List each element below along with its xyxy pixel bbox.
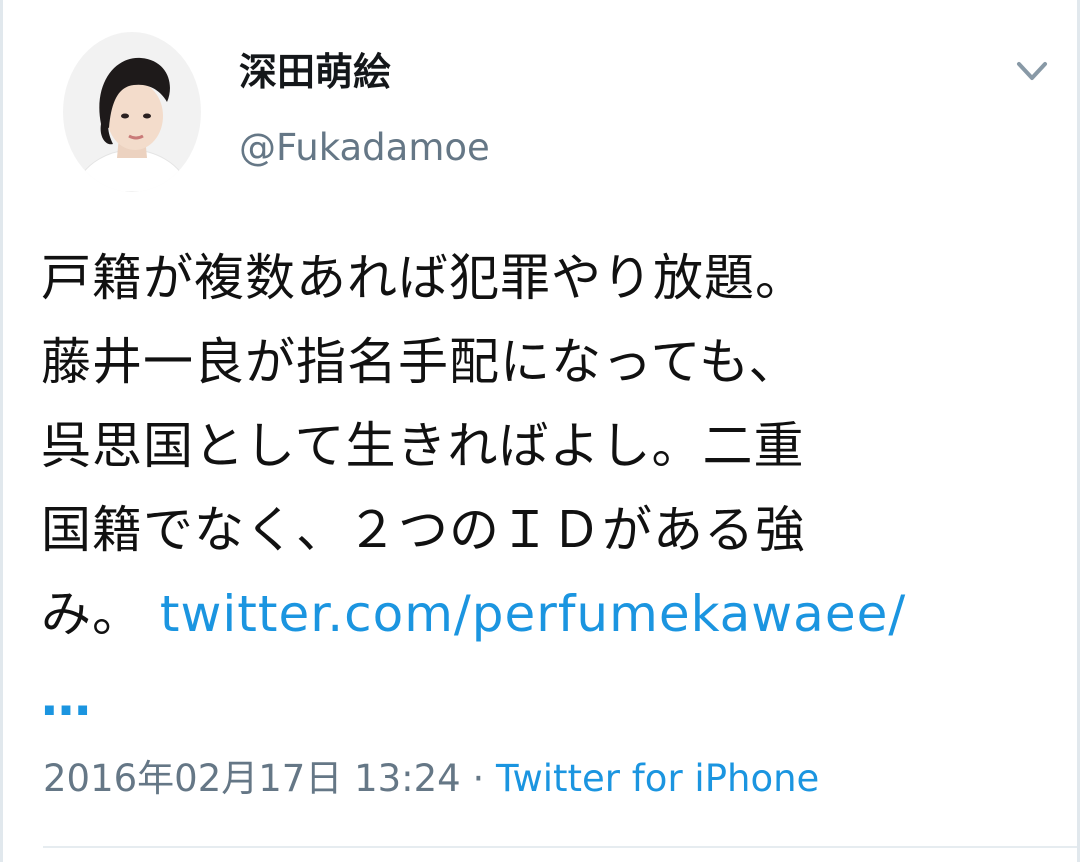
tweet-body: 戸籍が複数あれば犯罪やり放題。 藤井一良が指名手配になっても、 呉思国として生き… [41,236,1051,740]
profile-photo-icon [63,32,201,192]
tweet-timestamp[interactable]: 2016年02月17日 13:24 [43,757,461,800]
divider [43,846,1077,848]
avatar[interactable] [63,32,201,192]
tweet-meta: 2016年02月17日 13:24 · Twitter for iPhone [43,756,819,802]
tweet-card: 深田萌絵 @Fukadamoe 戸籍が複数あれば犯罪やり放題。 藤井一良が指名手… [0,0,1080,862]
tweet-line: 国籍でなく、２つのＩＤがある強 [41,501,806,559]
tweet-line-prefix: み。 [41,585,143,643]
tweet-link[interactable]: twitter.com/perfumekawaee/ [160,585,906,643]
tweet-menu-button[interactable] [1011,54,1053,90]
author-display-name[interactable]: 深田萌絵 [239,50,391,94]
tweet-line: み。 twitter.com/perfumekawaee/ [41,572,1051,656]
tweet-link-ellipsis[interactable]: … [41,656,1051,740]
chevron-down-icon [1017,62,1047,80]
tweet-source-link[interactable]: Twitter for iPhone [496,757,819,800]
meta-separator: · [460,757,497,800]
tweet-line: 藤井一良が指名手配になっても、 [41,333,800,391]
tweet-line: 戸籍が複数あれば犯罪やり放題。 [41,249,806,307]
tweet-line: 呉思国として生きればよし。二重 [41,417,805,475]
author-handle[interactable]: @Fukadamoe [239,126,490,170]
